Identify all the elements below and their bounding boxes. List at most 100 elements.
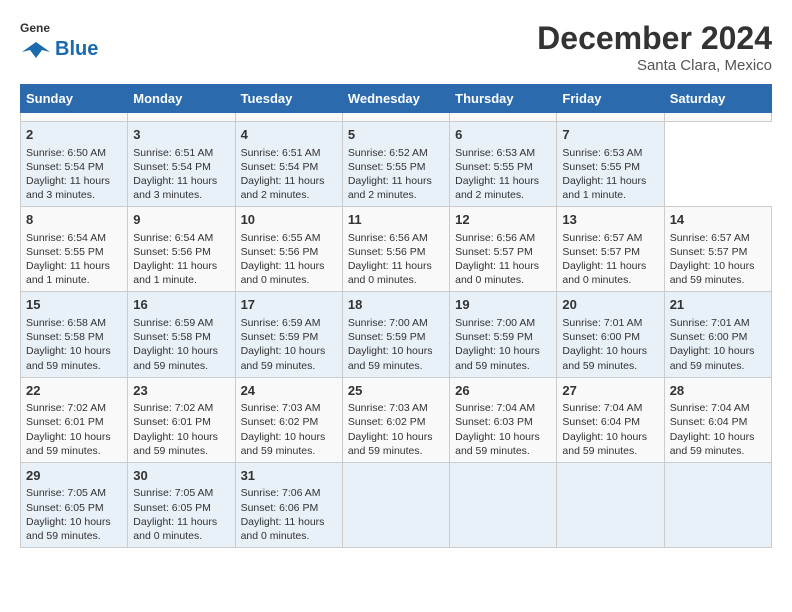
day-number: 9 <box>133 211 229 229</box>
day-number: 6 <box>455 126 551 144</box>
calendar-cell: 24 Sunrise: 7:03 AM Sunset: 6:02 PM Dayl… <box>235 377 342 462</box>
sunset-label: Sunset: 5:55 PM <box>26 246 104 258</box>
calendar-week-row: 22 Sunrise: 7:02 AM Sunset: 6:01 PM Dayl… <box>21 377 772 462</box>
calendar-cell: 20 Sunrise: 7:01 AM Sunset: 6:00 PM Dayl… <box>557 292 664 377</box>
sunset-label: Sunset: 6:03 PM <box>455 416 533 428</box>
calendar-cell: 21 Sunrise: 7:01 AM Sunset: 6:00 PM Dayl… <box>664 292 771 377</box>
day-number: 11 <box>348 211 444 229</box>
sunset-label: Sunset: 6:04 PM <box>670 416 748 428</box>
logo-bird-icon <box>20 40 52 60</box>
sunrise-label: Sunrise: 6:56 AM <box>455 232 535 244</box>
calendar-cell: 17 Sunrise: 6:59 AM Sunset: 5:59 PM Dayl… <box>235 292 342 377</box>
sunrise-label: Sunrise: 7:04 AM <box>670 402 750 414</box>
sunset-label: Sunset: 5:56 PM <box>133 246 211 258</box>
daylight-label: Daylight: 10 hours and 59 minutes. <box>241 431 326 457</box>
daylight-label: Daylight: 10 hours and 59 minutes. <box>26 516 111 542</box>
sunrise-label: Sunrise: 7:03 AM <box>241 402 321 414</box>
sunset-label: Sunset: 5:55 PM <box>455 161 533 173</box>
daylight-label: Daylight: 10 hours and 59 minutes. <box>455 431 540 457</box>
day-number: 29 <box>26 467 122 485</box>
calendar-week-row <box>21 113 772 122</box>
sunset-label: Sunset: 5:54 PM <box>133 161 211 173</box>
sunrise-label: Sunrise: 7:05 AM <box>26 487 106 499</box>
daylight-label: Daylight: 11 hours and 0 minutes. <box>241 260 325 286</box>
daylight-label: Daylight: 10 hours and 59 minutes. <box>26 431 111 457</box>
day-of-week-header: Tuesday <box>235 85 342 113</box>
sunrise-label: Sunrise: 6:59 AM <box>241 317 321 329</box>
logo: General Blue <box>20 20 98 61</box>
title-area: December 2024 Santa Clara, Mexico <box>537 20 772 74</box>
calendar-cell <box>235 113 342 122</box>
day-number: 21 <box>670 296 766 314</box>
day-number: 19 <box>455 296 551 314</box>
sunset-label: Sunset: 5:56 PM <box>241 246 319 258</box>
sunset-label: Sunset: 6:01 PM <box>133 416 211 428</box>
sunset-label: Sunset: 5:59 PM <box>241 331 319 343</box>
day-number: 16 <box>133 296 229 314</box>
calendar-cell: 7 Sunrise: 6:53 AM Sunset: 5:55 PM Dayli… <box>557 122 664 207</box>
calendar-cell: 2 Sunrise: 6:50 AM Sunset: 5:54 PM Dayli… <box>21 122 128 207</box>
day-number: 18 <box>348 296 444 314</box>
daylight-label: Daylight: 10 hours and 59 minutes. <box>133 345 218 371</box>
sunset-label: Sunset: 6:04 PM <box>562 416 640 428</box>
calendar-cell <box>128 113 235 122</box>
sunrise-label: Sunrise: 6:54 AM <box>133 232 213 244</box>
sunset-label: Sunset: 6:05 PM <box>26 502 104 514</box>
sunset-label: Sunset: 6:00 PM <box>562 331 640 343</box>
sunrise-label: Sunrise: 7:00 AM <box>348 317 428 329</box>
sunset-label: Sunset: 5:54 PM <box>241 161 319 173</box>
day-of-week-header: Wednesday <box>342 85 449 113</box>
calendar-week-row: 29 Sunrise: 7:05 AM Sunset: 6:05 PM Dayl… <box>21 462 772 547</box>
sunrise-label: Sunrise: 6:51 AM <box>241 147 321 159</box>
sunset-label: Sunset: 5:57 PM <box>670 246 748 258</box>
day-of-week-header: Friday <box>557 85 664 113</box>
daylight-label: Daylight: 10 hours and 59 minutes. <box>670 345 755 371</box>
calendar-cell: 16 Sunrise: 6:59 AM Sunset: 5:58 PM Dayl… <box>128 292 235 377</box>
daylight-label: Daylight: 11 hours and 0 minutes. <box>455 260 539 286</box>
day-number: 15 <box>26 296 122 314</box>
day-number: 4 <box>241 126 337 144</box>
calendar-week-row: 2 Sunrise: 6:50 AM Sunset: 5:54 PM Dayli… <box>21 122 772 207</box>
calendar-header-row: SundayMondayTuesdayWednesdayThursdayFrid… <box>21 85 772 113</box>
sunrise-label: Sunrise: 7:03 AM <box>348 402 428 414</box>
day-number: 30 <box>133 467 229 485</box>
calendar-cell: 4 Sunrise: 6:51 AM Sunset: 5:54 PM Dayli… <box>235 122 342 207</box>
sunrise-label: Sunrise: 6:56 AM <box>348 232 428 244</box>
daylight-label: Daylight: 11 hours and 1 minute. <box>26 260 110 286</box>
sunrise-label: Sunrise: 7:04 AM <box>455 402 535 414</box>
calendar-cell <box>664 113 771 122</box>
daylight-label: Daylight: 11 hours and 0 minutes. <box>562 260 646 286</box>
sunrise-label: Sunrise: 7:02 AM <box>133 402 213 414</box>
calendar-cell: 11 Sunrise: 6:56 AM Sunset: 5:56 PM Dayl… <box>342 207 449 292</box>
sunset-label: Sunset: 6:06 PM <box>241 502 319 514</box>
sunrise-label: Sunrise: 6:55 AM <box>241 232 321 244</box>
calendar-cell: 25 Sunrise: 7:03 AM Sunset: 6:02 PM Dayl… <box>342 377 449 462</box>
header: General Blue December 2024 Santa Clara, … <box>20 20 772 74</box>
day-number: 3 <box>133 126 229 144</box>
calendar-cell <box>450 462 557 547</box>
calendar-cell <box>21 113 128 122</box>
svg-text:General: General <box>20 21 50 35</box>
month-title: December 2024 <box>537 20 772 57</box>
daylight-label: Daylight: 10 hours and 59 minutes. <box>670 431 755 457</box>
calendar-table: SundayMondayTuesdayWednesdayThursdayFrid… <box>20 84 772 548</box>
calendar-cell <box>557 113 664 122</box>
sunrise-label: Sunrise: 7:05 AM <box>133 487 213 499</box>
sunrise-label: Sunrise: 6:57 AM <box>562 232 642 244</box>
day-number: 17 <box>241 296 337 314</box>
sunset-label: Sunset: 6:05 PM <box>133 502 211 514</box>
calendar-cell: 14 Sunrise: 6:57 AM Sunset: 5:57 PM Dayl… <box>664 207 771 292</box>
calendar-cell: 30 Sunrise: 7:05 AM Sunset: 6:05 PM Dayl… <box>128 462 235 547</box>
daylight-label: Daylight: 10 hours and 59 minutes. <box>562 345 647 371</box>
calendar-cell <box>342 113 449 122</box>
day-number: 22 <box>26 382 122 400</box>
calendar-week-row: 8 Sunrise: 6:54 AM Sunset: 5:55 PM Dayli… <box>21 207 772 292</box>
sunrise-label: Sunrise: 7:01 AM <box>670 317 750 329</box>
day-of-week-header: Saturday <box>664 85 771 113</box>
sunrise-label: Sunrise: 6:59 AM <box>133 317 213 329</box>
day-number: 26 <box>455 382 551 400</box>
calendar-cell: 12 Sunrise: 6:56 AM Sunset: 5:57 PM Dayl… <box>450 207 557 292</box>
calendar-cell: 22 Sunrise: 7:02 AM Sunset: 6:01 PM Dayl… <box>21 377 128 462</box>
sunrise-label: Sunrise: 6:50 AM <box>26 147 106 159</box>
day-number: 14 <box>670 211 766 229</box>
